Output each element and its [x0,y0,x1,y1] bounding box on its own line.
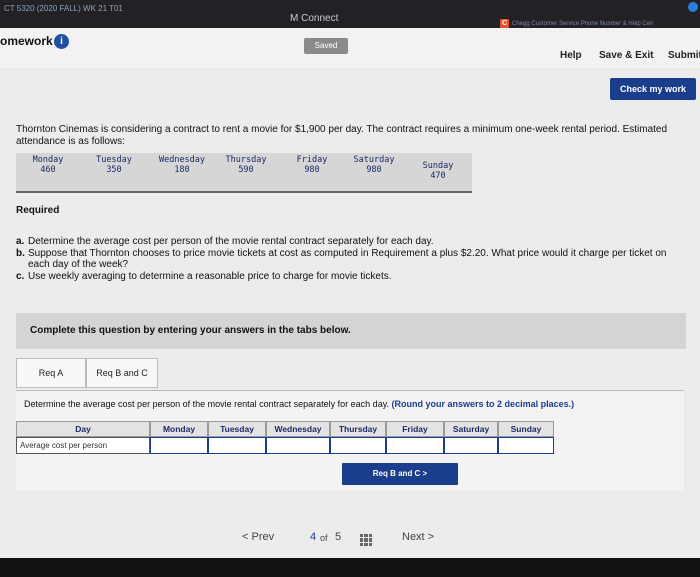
question-content: Check my work Thornton Cinemas is consid… [0,68,700,558]
answer-table: Day Monday Tuesday Wednesday Thursday Fr… [16,421,554,455]
day-label: Tuesday [96,155,132,165]
requirements-list: a. Determine the average cost per person … [16,236,686,283]
question-grid-icon[interactable] [360,534,372,546]
thursday-cost-input[interactable] [330,437,386,454]
requirement-item: b. Suppose that Thornton chooses to price… [16,248,686,270]
day-label: Friday [296,155,328,165]
attendance-value: 590 [238,165,254,175]
help-button[interactable]: Help [560,50,582,61]
save-exit-button[interactable]: Save & Exit [599,50,653,61]
wednesday-cost-input[interactable] [266,437,330,454]
col-header-thursday: Thursday [330,421,386,437]
page-total: 5 [335,531,342,543]
requirement-text: Suppose that Thornton chooses to price m… [28,248,667,270]
col-header-wednesday: Wednesday [266,421,330,437]
browser-top-bar: CT 5320 (2020 FALL) WK 21 T01 M Connect … [0,0,700,28]
rounding-hint: (Round your answers to 2 decimal places.… [391,399,575,409]
chegg-tab[interactable]: C Chegg Customer Service Phone Number & H… [500,19,653,28]
attendance-column: Thursday 590 [214,155,278,175]
attendance-value: 350 [106,165,122,175]
day-label: Monday [32,155,64,165]
attendance-table: Monday 460 Tuesday 350 Wednesday 180 Thursd… [16,153,472,193]
course-label: CT 5320 (2020 FALL) WK 21 T01 [4,4,123,13]
tab-req-a[interactable]: Req A [16,358,86,388]
requirement-text: Use weekly averaging to determine a reas… [28,271,392,282]
col-header-tuesday: Tuesday [208,421,266,437]
day-label: Thursday [225,155,267,165]
day-label: Saturday [353,155,395,165]
sunday-cost-input[interactable] [498,437,554,454]
day-label: Sunday [422,161,454,171]
monday-cost-input[interactable] [150,437,208,454]
required-heading: Required [16,205,60,216]
requirement-text: Determine the average cost per person of… [28,236,434,247]
answer-prompt-text: Determine the average cost per person of… [24,399,390,409]
requirement-letter: a. [16,236,25,247]
attendance-value: 980 [304,165,320,175]
col-header-friday: Friday [386,421,444,437]
bottom-bar [0,558,700,577]
saved-status-badge: Saved [304,38,348,54]
attendance-value: 980 [366,165,382,175]
attendance-column: Monday 460 [16,155,80,175]
col-header-sunday: Sunday [498,421,554,437]
instruction-box: Complete this question by entering your … [16,313,686,349]
submit-button[interactable]: Submit [668,50,700,61]
attendance-column: Saturday 980 [342,155,406,175]
chegg-tab-label: Chegg Customer Service Phone Number & He… [512,21,654,27]
requirement-letter: c. [16,271,25,282]
info-icon[interactable]: i [54,34,69,49]
attendance-column: Sunday 470 [406,161,470,181]
chegg-logo-icon: C [500,19,509,28]
instruction-text: Complete this question by entering your … [30,325,351,336]
col-header-day: Day [16,421,150,437]
requirement-letter: b. [16,248,25,259]
page-of: of [320,533,328,543]
assignment-header: omework i Saved Help Save & Exit Submit [0,28,700,68]
saturday-cost-input[interactable] [444,437,498,454]
attendance-value: 470 [430,171,446,181]
friday-cost-input[interactable] [386,437,444,454]
attendance-column: Friday 980 [280,155,344,175]
next-button[interactable]: Next > [402,531,434,543]
requirement-item: a. Determine the average cost per person … [16,236,686,247]
tab-req-b-and-c[interactable]: Req B and C [86,358,158,388]
row-label: Average cost per person [16,437,150,454]
prev-button[interactable]: < Prev [242,531,274,543]
connect-tab[interactable]: M Connect [290,13,338,24]
check-my-work-button[interactable]: Check my work [610,78,696,100]
tuesday-cost-input[interactable] [208,437,266,454]
req-b-and-c-next-button[interactable]: Req B and C > [342,463,458,485]
col-header-monday: Monday [150,421,208,437]
problem-statement: Thornton Cinemas is considering a contra… [16,124,668,147]
answer-prompt: Determine the average cost per person of… [24,399,574,409]
col-header-saturday: Saturday [444,421,498,437]
day-label: Wednesday [158,155,206,165]
page-current: 4 [310,531,317,543]
requirement-item: c. Use weekly averaging to determine a re… [16,271,686,282]
homework-title: omework [0,34,53,48]
browser-badge-icon [688,2,698,12]
attendance-value: 460 [40,165,56,175]
attendance-column: Tuesday 350 [82,155,146,175]
attendance-value: 180 [174,165,190,175]
attendance-column: Wednesday 180 [150,155,214,175]
